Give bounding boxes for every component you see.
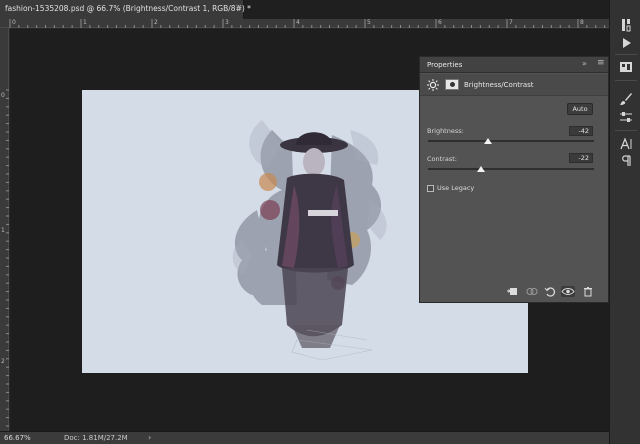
character-icon[interactable] (618, 137, 634, 151)
horizontal-ruler[interactable]: 0 1 2 3 4 5 6 7 8 (0, 19, 609, 28)
toolstrip-divider (615, 80, 637, 81)
ruler-label: 1 (1, 227, 5, 234)
play-icon[interactable] (618, 36, 634, 50)
history-icon[interactable] (618, 18, 634, 32)
ruler-ticks (9, 19, 606, 28)
adjust-sliders-icon[interactable] (618, 110, 634, 124)
ruler-label: 2 (1, 358, 5, 365)
status-bar: 66.67% Doc: 1.81M/27.2M › (0, 431, 609, 444)
ruler-label: 2 (154, 19, 158, 26)
ruler-label: 4 (296, 19, 300, 26)
contrast-slider-track[interactable] (428, 166, 594, 172)
zoom-level[interactable]: 66.67% (4, 434, 31, 442)
use-legacy-label: Use Legacy (437, 184, 475, 192)
close-tab-icon[interactable]: × (235, 3, 243, 13)
properties-panel-header[interactable]: Properties » ≡ (420, 57, 608, 73)
toolstrip-divider (615, 130, 637, 131)
toolstrip-divider (615, 54, 637, 55)
ruler-label: 1 (83, 19, 87, 26)
ruler-label: 6 (438, 19, 442, 26)
clip-to-layer-icon[interactable] (506, 286, 518, 297)
contrast-slider-thumb[interactable] (477, 166, 486, 172)
properties-panel-title: Properties (427, 61, 463, 69)
trash-icon[interactable] (582, 286, 594, 297)
document-tab-title: fashion-1535208.psd @ 66.7% (Brightness/… (5, 4, 251, 13)
panel-toolstrip (609, 0, 640, 444)
document-info: Doc: 1.81M/27.2M (64, 434, 128, 442)
libraries-icon[interactable] (618, 60, 634, 74)
contrast-label: Contrast: (427, 155, 457, 163)
properties-panel: Properties » ≡ Brightness/Contrast Auto … (419, 56, 609, 303)
ruler-label: 8 (580, 19, 584, 26)
brightness-slider-thumb[interactable] (483, 138, 492, 144)
vertical-ruler[interactable]: 0 1 2 (0, 28, 9, 431)
adjustment-name: Brightness/Contrast (464, 81, 534, 89)
ruler-label: 0 (1, 92, 5, 99)
ruler-label: 3 (225, 19, 229, 26)
adjustment-header: Brightness/Contrast (420, 74, 608, 96)
sun-icon[interactable] (427, 79, 439, 91)
panel-menu-icon[interactable]: ≡ (597, 58, 605, 68)
document-tab-bar: fashion-1535208.psd @ 66.7% (Brightness/… (0, 0, 609, 19)
collapse-panel-icon[interactable]: » (582, 59, 587, 68)
use-legacy-checkbox[interactable] (427, 185, 434, 192)
auto-button[interactable]: Auto (567, 103, 593, 115)
brush-icon[interactable] (618, 92, 634, 106)
brightness-value-field[interactable]: -42 (569, 126, 593, 136)
visibility-eye-icon[interactable] (561, 286, 575, 297)
contrast-value-field[interactable]: -22 (569, 153, 593, 163)
ruler-label: 0 (12, 19, 16, 26)
ruler-label: 5 (367, 19, 371, 26)
view-previous-icon[interactable] (526, 286, 538, 297)
brightness-slider-track[interactable] (428, 138, 594, 144)
paragraph-icon[interactable] (618, 154, 634, 168)
document-tab[interactable]: fashion-1535208.psd @ 66.7% (Brightness/… (0, 0, 251, 19)
reset-icon[interactable] (544, 286, 556, 297)
brightness-label: Brightness: (427, 127, 464, 135)
ruler-label: 7 (509, 19, 513, 26)
layer-mask-icon[interactable] (445, 79, 459, 90)
status-menu-arrow-icon[interactable]: › (148, 433, 151, 442)
